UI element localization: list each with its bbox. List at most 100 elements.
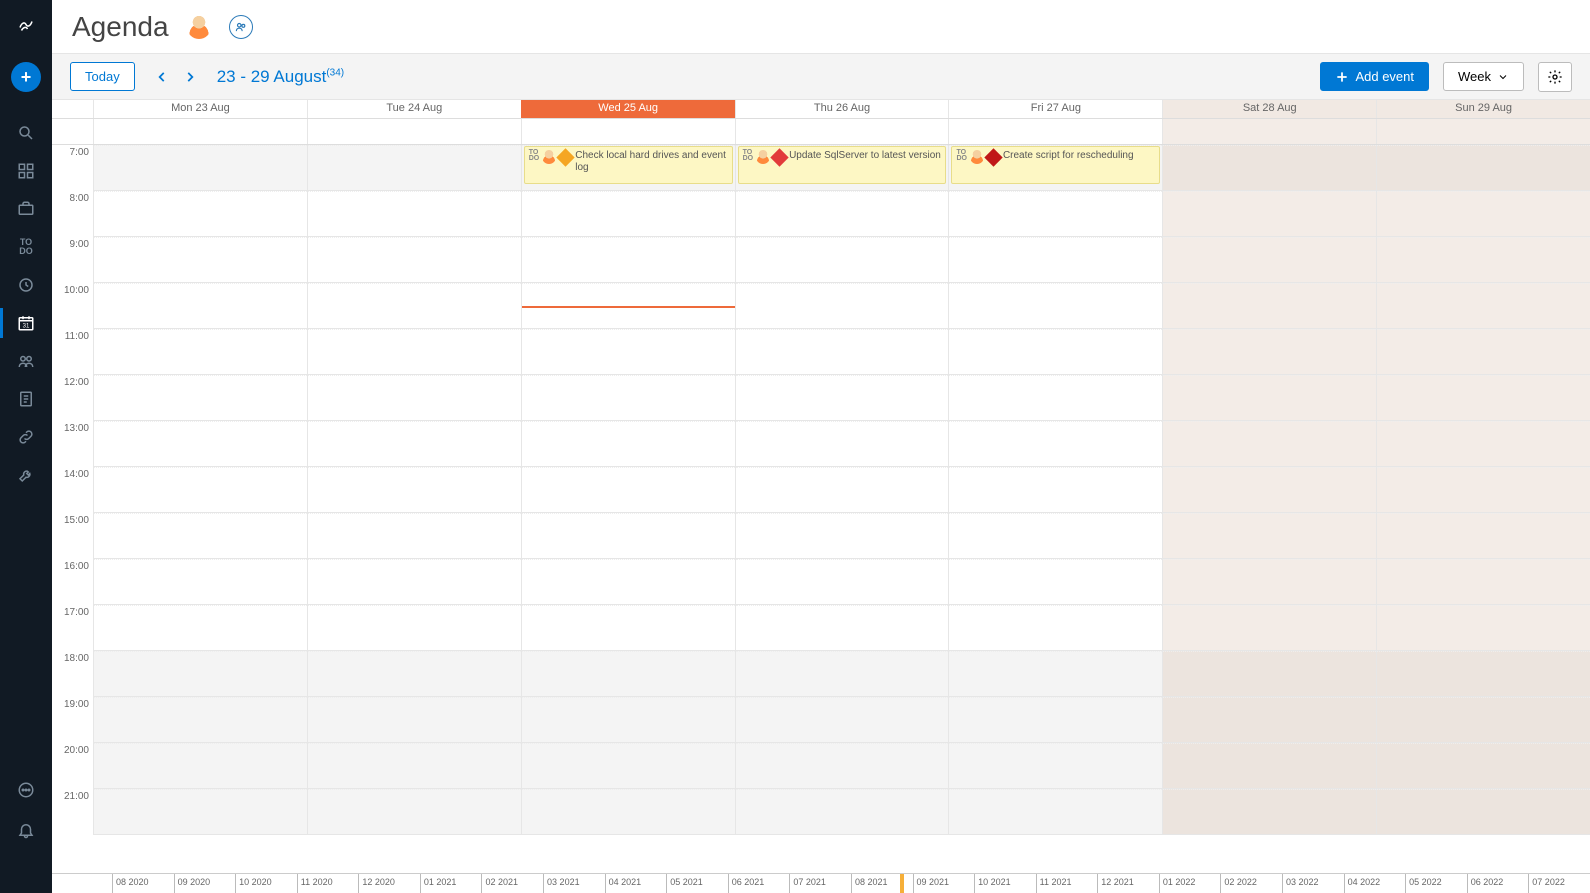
hour-cell[interactable] <box>1163 651 1376 697</box>
day-column[interactable]: TODOCreate script for rescheduling <box>948 145 1162 835</box>
hour-cell[interactable] <box>308 789 521 835</box>
nav-chat[interactable] <box>0 771 52 809</box>
nav-todo[interactable]: TO DO <box>0 228 52 266</box>
nav-recent[interactable] <box>0 266 52 304</box>
hour-cell[interactable] <box>308 329 521 375</box>
hour-cell[interactable] <box>736 651 949 697</box>
hour-cell[interactable] <box>308 651 521 697</box>
hour-cell[interactable] <box>1163 513 1376 559</box>
hour-cell[interactable] <box>736 329 949 375</box>
hour-cell[interactable] <box>949 283 1162 329</box>
hour-cell[interactable] <box>308 605 521 651</box>
allday-cell[interactable] <box>521 119 735 144</box>
hour-cell[interactable] <box>522 559 735 605</box>
hour-cell[interactable] <box>949 375 1162 421</box>
hour-cell[interactable] <box>308 237 521 283</box>
timeline-tick[interactable]: 08 2020 <box>112 874 174 893</box>
hour-cell[interactable] <box>1377 605 1590 651</box>
hour-cell[interactable] <box>736 559 949 605</box>
hour-cell[interactable] <box>94 651 307 697</box>
hour-cell[interactable] <box>949 743 1162 789</box>
timeline-tick[interactable]: 05 2021 <box>666 874 728 893</box>
day-header[interactable]: Wed 25 Aug <box>521 100 735 118</box>
timeline-tick[interactable]: 10 2020 <box>235 874 297 893</box>
day-column[interactable] <box>1162 145 1376 835</box>
hour-cell[interactable] <box>522 743 735 789</box>
hour-cell[interactable] <box>736 467 949 513</box>
prev-week-button[interactable] <box>149 66 175 88</box>
timeline-tick[interactable]: 07 2021 <box>789 874 851 893</box>
hour-cell[interactable] <box>736 283 949 329</box>
hour-cell[interactable] <box>308 375 521 421</box>
hour-cell[interactable] <box>1163 237 1376 283</box>
hour-cell[interactable] <box>1163 375 1376 421</box>
hour-cell[interactable] <box>1163 559 1376 605</box>
hour-cell[interactable] <box>1377 283 1590 329</box>
hour-cell[interactable] <box>94 467 307 513</box>
timeline-footer[interactable]: 08 202009 202010 202011 202012 202001 20… <box>52 873 1590 893</box>
hour-cell[interactable] <box>522 789 735 835</box>
timeline-tick[interactable]: 11 2021 <box>1036 874 1098 893</box>
hour-cell[interactable] <box>308 697 521 743</box>
hour-cell[interactable] <box>736 191 949 237</box>
hour-cell[interactable] <box>1377 789 1590 835</box>
hour-cell[interactable] <box>1377 697 1590 743</box>
timeline-tick[interactable]: 07 2022 <box>1528 874 1590 893</box>
calendar-settings-button[interactable] <box>1538 62 1572 92</box>
hour-cell[interactable] <box>308 743 521 789</box>
day-header[interactable]: Thu 26 Aug <box>735 100 949 118</box>
calendar-event[interactable]: TODOCheck local hard drives and event lo… <box>524 146 733 184</box>
hour-cell[interactable] <box>736 605 949 651</box>
day-column[interactable]: TODOCheck local hard drives and event lo… <box>521 145 735 835</box>
hour-cell[interactable] <box>1377 375 1590 421</box>
hour-cell[interactable] <box>308 145 521 191</box>
hour-cell[interactable] <box>94 559 307 605</box>
timeline-tick[interactable]: 11 2020 <box>297 874 359 893</box>
hour-cell[interactable] <box>1163 605 1376 651</box>
hour-cell[interactable] <box>1377 651 1590 697</box>
hour-cell[interactable] <box>949 191 1162 237</box>
filter-group-icon[interactable] <box>229 15 253 39</box>
hour-cell[interactable] <box>949 513 1162 559</box>
timeline-tick[interactable]: 02 2021 <box>481 874 543 893</box>
allday-cell[interactable] <box>1162 119 1376 144</box>
hour-cell[interactable] <box>1377 467 1590 513</box>
hour-cell[interactable] <box>1377 237 1590 283</box>
hour-cell[interactable] <box>736 237 949 283</box>
day-column[interactable] <box>307 145 521 835</box>
hour-cell[interactable] <box>522 605 735 651</box>
calendar-event[interactable]: TODOCreate script for rescheduling <box>951 146 1160 184</box>
day-header[interactable]: Mon 23 Aug <box>93 100 307 118</box>
day-column[interactable]: TODOUpdate SqlServer to latest version <box>735 145 949 835</box>
allday-cell[interactable] <box>93 119 307 144</box>
hour-cell[interactable] <box>949 467 1162 513</box>
hour-cell[interactable] <box>736 375 949 421</box>
hour-cell[interactable] <box>522 329 735 375</box>
next-week-button[interactable] <box>177 66 203 88</box>
allday-cell[interactable] <box>948 119 1162 144</box>
hour-cell[interactable] <box>94 329 307 375</box>
allday-cell[interactable] <box>735 119 949 144</box>
hour-cell[interactable] <box>1163 467 1376 513</box>
hour-cell[interactable] <box>94 743 307 789</box>
hour-cell[interactable] <box>736 789 949 835</box>
timeline-tick[interactable]: 04 2022 <box>1344 874 1406 893</box>
hour-cell[interactable] <box>94 145 307 191</box>
hour-cell[interactable] <box>1163 283 1376 329</box>
hour-cell[interactable] <box>522 513 735 559</box>
hour-cell[interactable] <box>736 421 949 467</box>
hour-cell[interactable] <box>1377 329 1590 375</box>
today-button[interactable]: Today <box>70 62 135 91</box>
timeline-tick[interactable]: 04 2021 <box>605 874 667 893</box>
timeline-tick[interactable]: 06 2022 <box>1467 874 1529 893</box>
hour-cell[interactable] <box>1163 421 1376 467</box>
hour-cell[interactable] <box>1377 743 1590 789</box>
calendar-grid[interactable]: 7:008:009:0010:0011:0012:0013:0014:0015:… <box>52 145 1590 873</box>
hour-cell[interactable] <box>308 559 521 605</box>
filter-person-icon[interactable] <box>187 15 211 39</box>
timeline-tick[interactable]: 10 2021 <box>974 874 1036 893</box>
nav-link[interactable] <box>0 418 52 456</box>
hour-cell[interactable] <box>94 191 307 237</box>
hour-cell[interactable] <box>1163 191 1376 237</box>
hour-cell[interactable] <box>94 513 307 559</box>
